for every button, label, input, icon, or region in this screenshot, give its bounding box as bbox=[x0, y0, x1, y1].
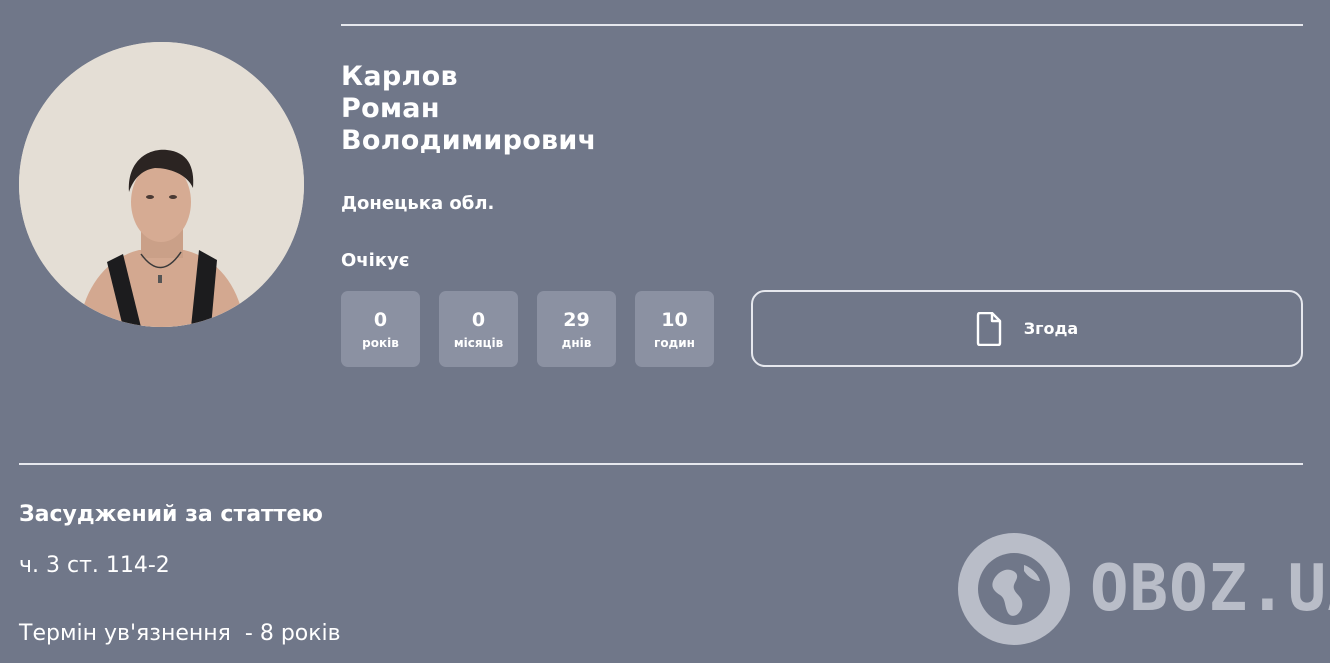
counter-days: 29 днів bbox=[537, 291, 616, 367]
consent-button-label: Згода bbox=[1023, 319, 1079, 338]
person-region: Донецька обл. bbox=[341, 193, 495, 214]
counter-unit: місяців bbox=[453, 335, 504, 350]
sentence-term: Термін ув'язнення - 8 років bbox=[19, 621, 341, 646]
section-divider bbox=[19, 463, 1303, 465]
counter-hours: 10 годин bbox=[635, 291, 714, 367]
counter-value: 10 bbox=[661, 308, 688, 331]
globe-icon bbox=[958, 533, 1070, 645]
consent-button[interactable]: Згода bbox=[751, 290, 1303, 367]
counter-unit: годин bbox=[654, 335, 695, 350]
person-full-name: Карлов Роман Володимирович bbox=[341, 61, 596, 157]
avatar bbox=[19, 42, 304, 327]
counter-months: 0 місяців bbox=[439, 291, 518, 367]
counter-years: 0 років bbox=[341, 291, 420, 367]
document-icon bbox=[976, 311, 1001, 346]
status-label: Очікує bbox=[341, 250, 410, 271]
person-first-name: Роман bbox=[341, 93, 440, 124]
person-patronymic: Володимирович bbox=[341, 125, 597, 156]
counter-unit: років bbox=[362, 335, 399, 350]
sentence-article: ч. 3 ст. 114-2 bbox=[19, 553, 170, 578]
counter-unit: днів bbox=[561, 335, 592, 350]
watermark-text: OBOZ.UA bbox=[1090, 552, 1330, 626]
top-divider bbox=[341, 24, 1303, 26]
watermark: OBOZ.UA bbox=[958, 533, 1330, 645]
sentence-title: Засуджений за статтею bbox=[19, 502, 323, 527]
counter-value: 0 bbox=[471, 308, 486, 331]
counter-value: 29 bbox=[563, 308, 590, 331]
counter-value: 0 bbox=[373, 308, 388, 331]
person-surname: Карлов bbox=[341, 61, 458, 92]
